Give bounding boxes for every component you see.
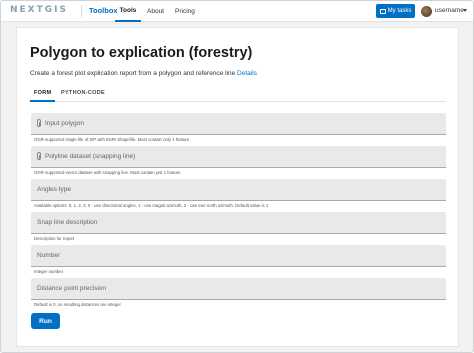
my-tasks-label: My tasks bbox=[387, 8, 412, 14]
username-label[interactable]: username bbox=[435, 7, 464, 14]
nav-tools[interactable]: Tools bbox=[115, 1, 141, 22]
page-title: Polygon to explication (forestry) bbox=[30, 45, 253, 61]
field-help-text: OGR-supported single file of ZIP with ES… bbox=[34, 137, 190, 142]
field-help-text: Integer number bbox=[34, 269, 64, 274]
field-label: Angles type bbox=[37, 186, 71, 193]
tab-python-code[interactable]: PYTHON-CODE bbox=[61, 90, 105, 96]
header-divider bbox=[81, 5, 82, 18]
avatar[interactable] bbox=[421, 6, 432, 17]
paperclip-icon bbox=[37, 119, 41, 127]
snap-line-description-input[interactable]: Snap line description bbox=[31, 212, 446, 234]
tasks-icon bbox=[379, 8, 386, 14]
chevron-down-icon[interactable] bbox=[463, 9, 467, 12]
tool-description-text: Create a forest plot explication report … bbox=[30, 70, 236, 77]
angles-type-input[interactable]: Angles type bbox=[31, 179, 446, 201]
field-label: Number bbox=[37, 252, 61, 259]
my-tasks-button[interactable]: My tasks bbox=[376, 4, 415, 18]
field-label: Distance point precision bbox=[37, 285, 107, 292]
field-label: Polyline dataset (snapping line) bbox=[45, 153, 136, 160]
run-button[interactable]: Run bbox=[31, 313, 60, 329]
tab-form[interactable]: FORM bbox=[34, 90, 51, 96]
field-help-text: Description for report bbox=[34, 236, 75, 241]
top-navigation-bar: NEXTGIS Toolbox Tools About Pricing My t… bbox=[1, 1, 473, 22]
field-help-text: Default is 0, so resulting distances are… bbox=[34, 302, 121, 307]
product-name-link[interactable]: Toolbox bbox=[89, 6, 118, 15]
paperclip-icon bbox=[37, 152, 41, 160]
app-window: NEXTGIS Toolbox Tools About Pricing My t… bbox=[0, 0, 474, 353]
polyline-dataset-field[interactable]: Polyline dataset (snapping line) bbox=[31, 146, 446, 168]
field-help-text: OGR-supported vector dataset with snappi… bbox=[34, 170, 181, 175]
input-polygon-field[interactable]: Input polygon bbox=[31, 113, 446, 135]
distance-point-precision-input[interactable]: Distance point precision bbox=[31, 278, 446, 300]
field-label: Input polygon bbox=[45, 120, 85, 127]
nextgis-logo[interactable]: NEXTGIS bbox=[10, 5, 68, 15]
field-help-text: Available options: 0, 1, 2, 3. 0 - use d… bbox=[34, 203, 269, 208]
nav-about[interactable]: About bbox=[147, 1, 164, 22]
number-input[interactable]: Number bbox=[31, 245, 446, 267]
field-label: Snap line description bbox=[37, 219, 98, 226]
active-tab-indicator bbox=[30, 100, 55, 102]
form-tabs: FORM PYTHON-CODE bbox=[30, 86, 446, 102]
tool-description: Create a forest plot explication report … bbox=[30, 70, 257, 77]
details-link[interactable]: Details bbox=[237, 70, 257, 77]
nav-pricing[interactable]: Pricing bbox=[175, 1, 195, 22]
